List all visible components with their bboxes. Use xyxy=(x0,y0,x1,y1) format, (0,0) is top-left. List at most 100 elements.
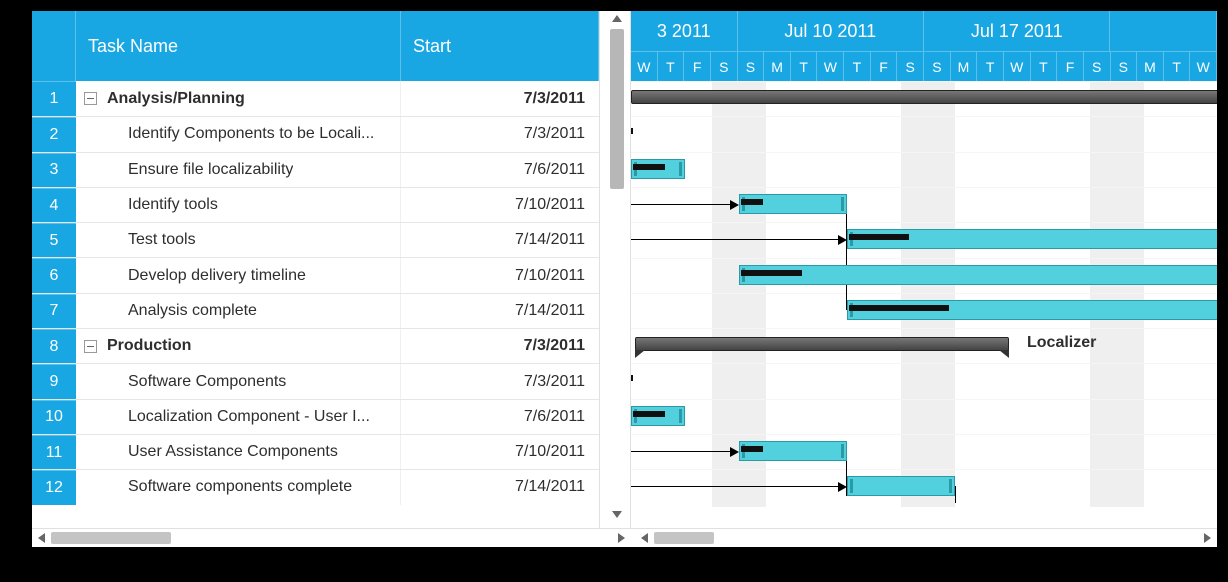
main-area: Task Name Start 1Analysis/Planning7/3/20… xyxy=(32,11,1217,528)
scroll-up-icon[interactable] xyxy=(612,15,622,22)
task-name: Identify Components to be Locali... xyxy=(128,125,374,143)
start-cell: 7/6/2011 xyxy=(401,153,599,187)
task-cell[interactable]: User Assistance Components xyxy=(76,435,401,469)
task-cell[interactable]: Localization Component - User I... xyxy=(76,400,401,434)
task-bar[interactable] xyxy=(847,229,1217,249)
task-cell[interactable]: Ensure file localizability xyxy=(76,153,401,187)
timeline-hscroll[interactable] xyxy=(631,529,1217,547)
task-name: Localization Component - User I... xyxy=(128,408,370,426)
start-cell: 7/3/2011 xyxy=(401,117,599,151)
day-cell: T xyxy=(791,51,818,81)
resize-handle-right[interactable] xyxy=(841,444,844,458)
day-cell: W xyxy=(1004,51,1031,81)
task-cell[interactable]: Analysis complete xyxy=(76,294,401,328)
timeline-months: 3 2011Jul 10 2011Jul 17 2011 xyxy=(631,11,1217,51)
task-name: Analysis/Planning xyxy=(107,90,245,108)
row-id: 2 xyxy=(32,117,76,151)
row-id: 6 xyxy=(32,258,76,292)
vertical-scrollbar[interactable] xyxy=(610,15,625,518)
start-cell: 7/10/2011 xyxy=(401,188,599,222)
task-cell[interactable]: Software components complete xyxy=(76,470,401,504)
scroll-right-icon[interactable] xyxy=(1204,533,1211,543)
task-bar[interactable] xyxy=(847,300,1217,320)
task-bar[interactable] xyxy=(739,441,847,461)
progress-bar xyxy=(849,305,949,311)
splitter[interactable] xyxy=(599,11,631,528)
table-row[interactable]: 12Software components complete7/14/2011 xyxy=(32,469,599,504)
task-name: Analysis complete xyxy=(128,302,257,320)
grid-hscroll-thumb[interactable] xyxy=(51,532,171,544)
progress-bar xyxy=(631,128,633,134)
task-cell[interactable]: Identify Components to be Locali... xyxy=(76,117,401,151)
vertical-scroll-thumb[interactable] xyxy=(610,29,624,189)
resize-handle-right[interactable] xyxy=(679,409,682,423)
progress-bar xyxy=(633,164,665,170)
table-row[interactable]: 2 Identify Components to be Locali... 7/3/… xyxy=(32,116,599,151)
task-cell[interactable]: Test tools xyxy=(76,223,401,257)
scroll-down-icon[interactable] xyxy=(612,511,622,518)
col-head-start[interactable]: Start xyxy=(401,11,599,81)
table-row[interactable]: 6Develop delivery timeline7/10/2011 xyxy=(32,257,599,292)
start-cell: 7/10/2011 xyxy=(401,258,599,292)
dependency-link xyxy=(631,451,731,452)
grid-header: Task Name Start xyxy=(32,11,599,81)
day-cell: S xyxy=(924,51,951,81)
grid-body: 1Analysis/Planning7/3/20112Identify Comp… xyxy=(32,81,599,528)
task-bar[interactable] xyxy=(631,159,685,179)
table-row[interactable]: 5Test tools7/14/2011 xyxy=(32,222,599,257)
progress-bar xyxy=(633,411,665,417)
collapse-icon[interactable] xyxy=(84,92,97,105)
task-name: Software Components xyxy=(128,373,286,391)
task-bar[interactable] xyxy=(739,194,847,214)
task-name: Ensure file localizability xyxy=(128,161,293,179)
summary-bar[interactable] xyxy=(635,337,1009,351)
resize-handle-left[interactable] xyxy=(850,479,853,493)
table-row[interactable]: 1Analysis/Planning7/3/2011 xyxy=(32,81,599,116)
resize-handle-right[interactable] xyxy=(949,479,952,493)
resize-handle-right[interactable] xyxy=(841,197,844,211)
col-head-id[interactable] xyxy=(32,11,76,81)
scroll-right-icon[interactable] xyxy=(618,533,625,543)
row-id: 9 xyxy=(32,364,76,398)
row-id: 12 xyxy=(32,470,76,504)
task-cell[interactable]: Identify tools xyxy=(76,188,401,222)
progress-bar xyxy=(631,375,633,381)
task-cell[interactable]: Analysis/Planning xyxy=(76,81,401,116)
table-row[interactable]: 11User Assistance Components7/10/2011 xyxy=(32,434,599,469)
dependency-link xyxy=(631,239,839,240)
task-cell[interactable]: Software Components xyxy=(76,364,401,398)
scroll-left-icon[interactable] xyxy=(641,533,648,543)
gantt-app: Task Name Start 1Analysis/Planning7/3/20… xyxy=(32,11,1217,547)
task-bar[interactable] xyxy=(739,265,1217,285)
start-cell: 7/3/2011 xyxy=(401,81,599,116)
collapse-icon[interactable] xyxy=(84,340,97,353)
task-bar[interactable] xyxy=(847,476,955,496)
task-bar[interactable] xyxy=(631,406,685,426)
task-cell[interactable]: Develop delivery timeline xyxy=(76,258,401,292)
day-cell: S xyxy=(738,51,765,81)
task-name: Production xyxy=(107,337,191,355)
timeline-row xyxy=(631,152,1217,187)
table-row[interactable]: 3Ensure file localizability7/6/2011 xyxy=(32,152,599,187)
table-row[interactable]: 8Production7/3/2011 xyxy=(32,328,599,363)
task-cell[interactable]: Production xyxy=(76,329,401,363)
table-row[interactable]: 4Identify tools7/10/2011 xyxy=(32,187,599,222)
grid-hscroll[interactable] xyxy=(32,529,631,547)
day-cell: M xyxy=(951,51,978,81)
task-grid: Task Name Start 1Analysis/Planning7/3/20… xyxy=(32,11,599,528)
table-row[interactable]: 10Localization Component - User I...7/6/… xyxy=(32,399,599,434)
start-cell: 7/3/2011 xyxy=(401,364,599,398)
table-row[interactable]: 7Analysis complete7/14/2011 xyxy=(32,293,599,328)
timeline-hscroll-thumb[interactable] xyxy=(654,532,714,544)
scroll-left-icon[interactable] xyxy=(38,533,45,543)
table-row[interactable]: 9 Software Components 7/3/2011 xyxy=(32,363,599,398)
resize-handle-right[interactable] xyxy=(679,162,682,176)
horizontal-scrollbars xyxy=(32,528,1217,547)
summary-bar[interactable] xyxy=(631,90,1217,104)
col-head-task[interactable]: Task Name xyxy=(76,11,401,81)
timeline-row xyxy=(631,116,1217,151)
timeline-body[interactable]: Localizer xyxy=(631,81,1217,507)
day-cell: S xyxy=(1111,51,1138,81)
day-cell: W xyxy=(817,51,844,81)
day-cell: T xyxy=(1164,51,1191,81)
